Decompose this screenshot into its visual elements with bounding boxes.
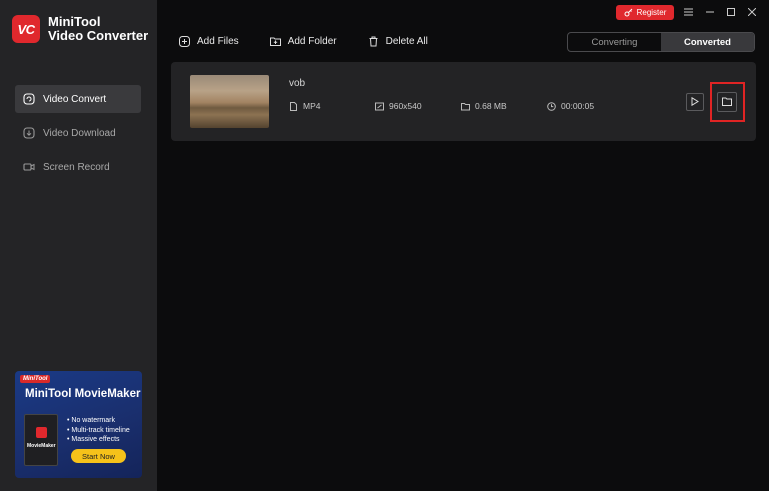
promo-features: • No watermark • Multi-track timeline • … [67, 416, 130, 445]
app-title-line1: MiniTool [48, 14, 101, 29]
resolution-icon [375, 102, 384, 111]
promo-feature: • Massive effects [67, 436, 120, 443]
sidebar-item-screen-record[interactable]: Screen Record [15, 153, 141, 181]
camera-icon [23, 161, 35, 173]
menu-icon[interactable] [681, 5, 695, 19]
size-value: 0.68 MB [475, 101, 507, 111]
clock-icon [547, 101, 556, 111]
toolbar: Add Files Add Folder Delete All [179, 36, 459, 47]
add-files-label: Add Files [197, 36, 239, 47]
start-now-button[interactable]: Start Now [71, 449, 126, 463]
status-tabs: Converting Converted [567, 32, 755, 52]
product-box-label: MovieMaker [27, 443, 56, 449]
product-box-image: MovieMaker [24, 414, 58, 466]
sidebar: VC MiniTool Video Converter Video Conver… [0, 0, 157, 491]
logo-badge: VC [12, 15, 40, 43]
delete-all-label: Delete All [385, 36, 428, 47]
moviemaker-logo-icon [36, 427, 47, 438]
sidebar-nav: Video Convert Video Download Screen Reco… [15, 85, 141, 187]
trash-icon [368, 36, 379, 47]
sidebar-item-video-download[interactable]: Video Download [15, 119, 141, 147]
play-icon [691, 93, 699, 111]
folder-icon [461, 102, 470, 111]
open-folder-highlight [710, 82, 745, 122]
promo-feature: • Multi-track timeline [67, 426, 130, 434]
format-value: MP4 [303, 101, 321, 111]
file-icon [289, 101, 298, 111]
app-title: MiniTool Video Converter [48, 15, 148, 43]
app-title-line2: Video Converter [48, 28, 149, 43]
register-label: Register [636, 8, 667, 17]
file-resolution: 960x540 [375, 101, 422, 111]
download-icon [23, 127, 35, 139]
delete-all-button[interactable]: Delete All [368, 36, 428, 47]
promo-title: MiniTool MovieMaker [25, 388, 141, 400]
duration-value: 00:00:05 [561, 101, 595, 111]
tab-converting[interactable]: Converting [568, 33, 661, 51]
add-folder-button[interactable]: Add Folder [269, 36, 337, 47]
top-bar: Register Add Files Add Folder Delete All… [157, 0, 769, 60]
play-button[interactable] [686, 93, 704, 111]
file-format: MP4 [289, 101, 320, 111]
promo-feature: • No watermark [67, 417, 115, 424]
maximize-icon[interactable] [724, 5, 738, 19]
file-size: 0.68 MB [461, 101, 507, 111]
convert-icon [23, 93, 35, 105]
moviemaker-promo-banner[interactable]: MiniTool MiniTool MovieMaker MovieMaker … [15, 371, 142, 478]
plus-circle-icon [179, 36, 190, 47]
sidebar-item-label: Video Convert [43, 93, 107, 105]
sidebar-item-label: Screen Record [43, 161, 110, 173]
converted-file-row: vob MP4 960x540 0.68 MB 00:00:05 [171, 62, 756, 141]
tab-converted[interactable]: Converted [661, 33, 754, 51]
close-icon[interactable] [745, 5, 759, 19]
add-files-button[interactable]: Add Files [179, 36, 239, 47]
folder-plus-icon [269, 36, 281, 47]
key-icon [624, 8, 633, 17]
resolution-value: 960x540 [389, 101, 422, 111]
promo-brand-logo: MiniTool [20, 375, 51, 383]
video-thumbnail [190, 75, 269, 128]
file-duration: 00:00:05 [547, 101, 594, 111]
file-name: vob [289, 78, 306, 89]
register-button[interactable]: Register [616, 5, 674, 20]
sidebar-item-label: Video Download [43, 127, 116, 139]
add-folder-label: Add Folder [287, 36, 337, 47]
app-logo: VC MiniTool Video Converter [12, 15, 148, 43]
sidebar-item-video-convert[interactable]: Video Convert [15, 85, 141, 113]
minimize-icon[interactable] [703, 5, 717, 19]
